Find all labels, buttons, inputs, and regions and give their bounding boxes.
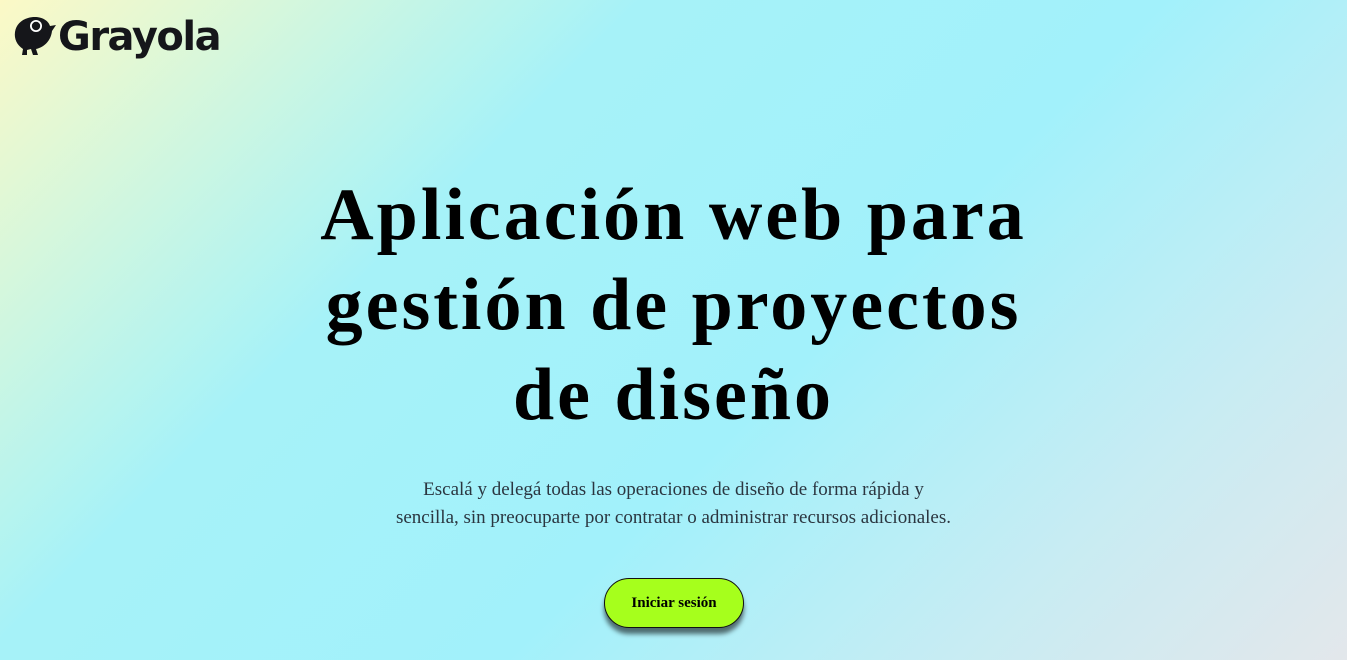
hero-title-line: gestión de proyectos [325,264,1022,346]
hero-subtitle: Escalá y delegá todas las operaciones de… [395,479,951,528]
hero-title-line: de diseño [512,354,834,436]
hero-title: Aplicación web para gestión de proyectos… [294,170,1054,440]
hero-section: Aplicación web para gestión de proyectos… [0,170,1347,532]
bird-icon [14,14,56,58]
hero-title-line: Aplicación web para [320,174,1027,256]
brand-name: Grayola [58,14,222,60]
brand-logo[interactable]: Grayola [14,14,222,60]
login-button[interactable]: Iniciar sesión [604,578,744,628]
